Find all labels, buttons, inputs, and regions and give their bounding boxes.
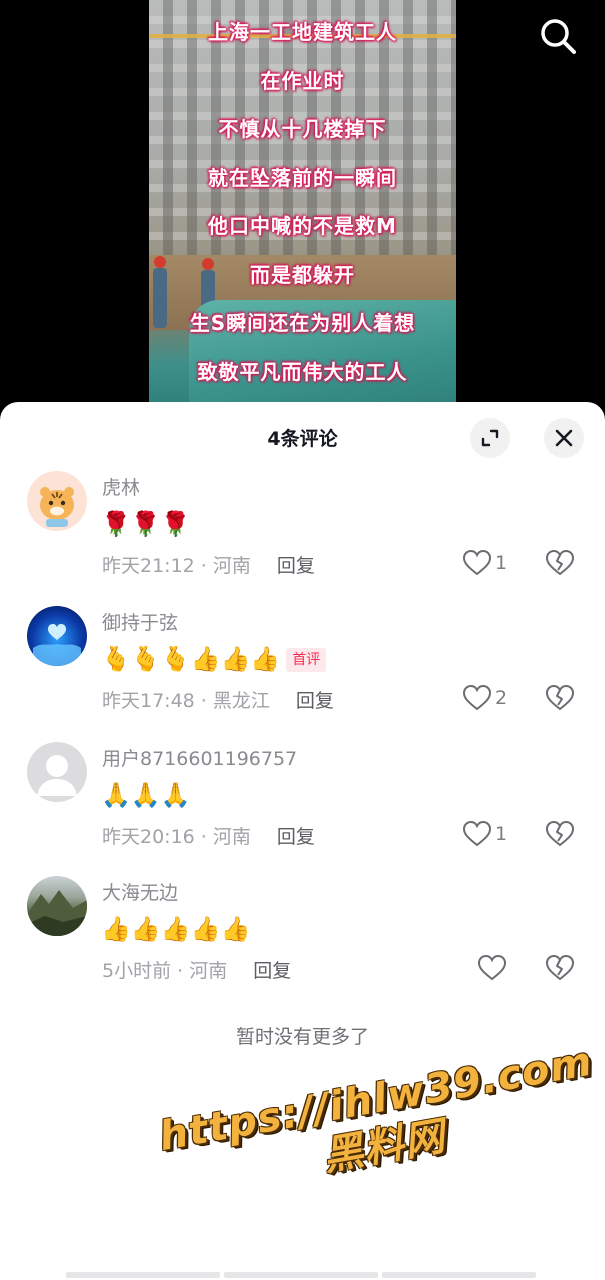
bottom-bar-segment xyxy=(66,1272,220,1278)
dislike-button[interactable] xyxy=(545,819,575,849)
comment-content: 🌹🌹🌹 xyxy=(101,507,191,541)
comment-item: 用户8716601196757 🙏🙏🙏 昨天20:16 · 河南 回复 1 xyxy=(0,742,605,872)
search-button[interactable] xyxy=(536,14,580,58)
close-button[interactable] xyxy=(544,418,584,458)
comment-content: 🙏🙏🙏 xyxy=(101,778,191,812)
comment-time-location: 昨天21:12 · 河南 xyxy=(102,555,251,577)
comment-meta: 昨天20:16 · 河南 回复 xyxy=(102,822,315,849)
comment-author[interactable]: 大海无边 xyxy=(102,878,178,905)
comment-author[interactable]: 御持于弦 xyxy=(102,608,178,635)
heart-icon xyxy=(462,549,492,576)
avatar[interactable] xyxy=(27,606,87,666)
reply-button[interactable]: 回复 xyxy=(253,960,291,982)
like-button[interactable]: 2 xyxy=(462,683,542,715)
video-caption-overlay: 上海一工地建筑工人 在作业时 不慎从十几楼掉下 就在坠落前的一瞬间 他口中喊的不… xyxy=(149,16,456,404)
comment-meta: 昨天21:12 · 河南 回复 xyxy=(102,551,315,578)
comment-item: 御持于弦 🫰🫰🫰👍👍👍 首评 昨天17:48 · 黑龙江 回复 2 xyxy=(0,606,605,736)
caption-line: 而是都躲开 xyxy=(250,262,355,287)
landscape-avatar-icon xyxy=(27,890,87,936)
reply-button[interactable]: 回复 xyxy=(277,826,315,848)
dislike-button[interactable] xyxy=(545,953,575,983)
comment-meta: 昨天17:48 · 黑龙江 回复 xyxy=(102,686,334,713)
bottom-bar-segment xyxy=(224,1272,378,1278)
comment-content: 👍👍👍👍👍 xyxy=(101,912,250,946)
comment-text: 🌹🌹🌹 xyxy=(101,510,191,538)
bottom-bar-segment xyxy=(382,1272,536,1278)
comment-text: 🫰🫰🫰👍👍👍 xyxy=(101,645,281,673)
caption-line: 他口中喊的不是救M xyxy=(208,214,397,238)
bottom-input-bar xyxy=(66,1272,536,1278)
comment-count-title: 4条评论 xyxy=(267,428,338,450)
comment-author[interactable]: 用户8716601196757 xyxy=(102,744,297,771)
reply-button[interactable]: 回复 xyxy=(296,690,334,712)
comment-time-location: 昨天20:16 · 河南 xyxy=(102,826,251,848)
like-button[interactable]: 1 xyxy=(462,548,542,580)
caption-line: 致敬平凡而伟大的工人 xyxy=(197,359,408,384)
first-comment-badge: 首评 xyxy=(286,648,327,672)
heart-icon xyxy=(462,820,492,847)
broken-heart-icon xyxy=(545,684,575,711)
heart-icon xyxy=(462,684,492,711)
comment-author[interactable]: 虎林 xyxy=(102,473,140,500)
video-player[interactable]: 上海一工地建筑工人 在作业时 不慎从十几楼掉下 就在坠落前的一瞬间 他口中喊的不… xyxy=(0,0,605,420)
like-count: 2 xyxy=(495,687,508,709)
heart-icon xyxy=(477,954,507,981)
like-button[interactable]: 1 xyxy=(462,819,542,851)
comment-meta: 5小时前 · 河南 回复 xyxy=(102,956,291,983)
close-icon xyxy=(555,429,573,447)
comment-text: 🙏🙏🙏 xyxy=(101,781,191,809)
default-user-icon xyxy=(37,755,77,796)
no-more-comments-text: 暂时没有更多了 xyxy=(235,1026,369,1048)
comment-time-location: 5小时前 · 河南 xyxy=(102,960,228,982)
like-count: 1 xyxy=(495,823,508,845)
comment-item: 大海无边 👍👍👍👍👍 5小时前 · 河南 回复 xyxy=(0,876,605,1006)
dislike-button[interactable] xyxy=(545,548,575,578)
comment-text: 👍👍👍👍👍 xyxy=(101,915,251,943)
broken-heart-icon xyxy=(545,549,575,576)
expand-icon xyxy=(481,429,499,447)
comment-time-location: 昨天17:48 · 黑龙江 xyxy=(102,690,270,712)
caption-line: 就在坠落前的一瞬间 xyxy=(208,165,397,190)
caption-line: 不慎从十几楼掉下 xyxy=(218,117,387,141)
dislike-button[interactable] xyxy=(545,683,575,713)
expand-button[interactable] xyxy=(470,418,510,458)
avatar[interactable] xyxy=(27,876,87,936)
broken-heart-icon xyxy=(545,954,575,981)
caption-line: 上海一工地建筑工人 xyxy=(208,20,397,44)
reply-button[interactable]: 回复 xyxy=(277,555,315,577)
tiger-avatar-icon xyxy=(40,487,74,527)
search-icon xyxy=(541,19,576,54)
like-count: 1 xyxy=(495,552,508,574)
broken-heart-icon xyxy=(545,820,575,847)
avatar[interactable] xyxy=(27,471,87,531)
caption-line: 在作业时 xyxy=(260,68,345,93)
avatar[interactable] xyxy=(27,742,87,802)
caption-line: 生S瞬间还在为别人着想 xyxy=(189,311,416,335)
comment-content: 🫰🫰🫰👍👍👍 首评 xyxy=(101,642,327,676)
comment-item: 虎林 🌹🌹🌹 昨天21:12 · 河南 回复 1 xyxy=(0,471,605,601)
blue-heart-avatar-icon xyxy=(33,624,81,666)
